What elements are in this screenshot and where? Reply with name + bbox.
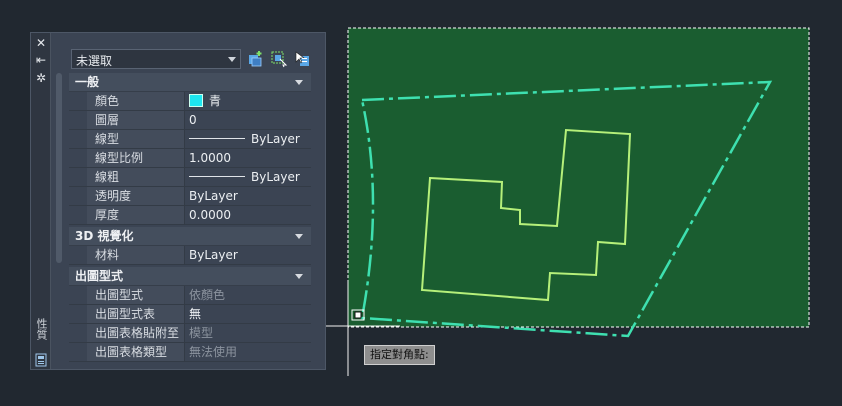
command-tooltip: 指定對角點:	[364, 345, 435, 365]
property-label: 出圖表格類型	[87, 343, 185, 361]
chevron-down-icon	[228, 57, 236, 62]
property-row-plottable[interactable]: 出圖型式表 無	[69, 305, 311, 324]
pickadd-icon	[295, 51, 309, 66]
property-row-transparency[interactable]: 透明度 ByLayer	[69, 187, 311, 206]
properties-grid: 一般 顏色 青 圖層 0 線型 ByLayer 線型比例 1.0000 線粗 B…	[69, 73, 311, 362]
property-label: 出圖表格貼附至	[87, 324, 185, 342]
property-row-lineweight[interactable]: 線粗 ByLayer	[69, 168, 311, 187]
section-general[interactable]: 一般	[69, 73, 311, 92]
section-title: 3D 視覺化	[75, 229, 134, 243]
palette-settings-icon[interactable]	[34, 353, 48, 367]
toggle-pickadd-button[interactable]	[293, 50, 311, 68]
selection-dropdown[interactable]: 未選取	[71, 49, 241, 69]
color-name: 青	[209, 94, 222, 108]
section-title: 一般	[75, 75, 100, 89]
property-value[interactable]: 1.0000	[185, 149, 311, 167]
select-objects-icon	[271, 51, 288, 68]
gear-icon[interactable]: ✲	[34, 71, 48, 85]
selection-value: 未選取	[76, 54, 113, 68]
properties-palette[interactable]: ✕ ⇤ ✲ 性質 未選取 一般 顏色 青 圖層 0 線型 ByLayer 線型比…	[30, 32, 326, 370]
property-row-linetype[interactable]: 線型 ByLayer	[69, 130, 311, 149]
cursor-pickbox-inner	[354, 311, 362, 319]
chevron-down-icon[interactable]	[295, 80, 303, 85]
line-sample	[189, 138, 245, 139]
palette-scrollbar[interactable]	[56, 73, 62, 263]
auto-hide-icon[interactable]: ⇤	[34, 53, 48, 67]
palette-title-strip[interactable]: ✕ ⇤ ✲ 性質	[31, 33, 51, 369]
quick-select-button[interactable]	[247, 50, 265, 68]
property-row-plotstyle[interactable]: 出圖型式 依顏色	[69, 286, 311, 305]
color-swatch	[189, 94, 203, 107]
property-row-tabletype[interactable]: 出圖表格類型 無法使用	[69, 343, 311, 362]
property-value-linetype[interactable]: ByLayer	[185, 130, 311, 148]
property-value[interactable]: 0	[185, 111, 311, 129]
property-label: 厚度	[87, 206, 185, 224]
property-value[interactable]: ByLayer	[185, 246, 311, 264]
property-row-layer[interactable]: 圖層 0	[69, 111, 311, 130]
lineweight-name: ByLayer	[251, 170, 300, 184]
property-value[interactable]: 無	[185, 305, 311, 323]
property-label: 顏色	[87, 92, 185, 110]
property-row-color[interactable]: 顏色 青	[69, 92, 311, 111]
property-label: 線粗	[87, 168, 185, 186]
section-plot-style[interactable]: 出圖型式	[69, 267, 311, 286]
property-value-color[interactable]: 青	[185, 92, 311, 110]
property-label: 材料	[87, 246, 185, 264]
section-3d-visualization[interactable]: 3D 視覺化	[69, 227, 311, 246]
property-value[interactable]: ByLayer	[185, 187, 311, 205]
chevron-down-icon[interactable]	[295, 274, 303, 279]
quick-select-icon	[249, 51, 262, 67]
property-row-ltscale[interactable]: 線型比例 1.0000	[69, 149, 311, 168]
palette-title: 性質	[35, 318, 48, 340]
property-value-lineweight[interactable]: ByLayer	[185, 168, 311, 186]
property-row-attached[interactable]: 出圖表格貼附至 模型	[69, 324, 311, 343]
property-label: 線型	[87, 130, 185, 148]
property-value[interactable]: 0.0000	[185, 206, 311, 224]
property-label: 圖層	[87, 111, 185, 129]
select-objects-button[interactable]	[270, 50, 288, 68]
property-value: 依顏色	[185, 286, 311, 304]
property-row-thickness[interactable]: 厚度 0.0000	[69, 206, 311, 225]
property-value: 模型	[185, 324, 311, 342]
window-selection-area	[347, 27, 810, 328]
property-label: 線型比例	[87, 149, 185, 167]
property-value: 無法使用	[185, 343, 311, 361]
linetype-name: ByLayer	[251, 132, 300, 146]
section-title: 出圖型式	[75, 269, 124, 283]
property-row-material[interactable]: 材料 ByLayer	[69, 246, 311, 265]
line-sample	[189, 176, 245, 177]
property-label: 出圖型式表	[87, 305, 185, 323]
property-label: 出圖型式	[87, 286, 185, 304]
chevron-down-icon[interactable]	[295, 234, 303, 239]
close-icon[interactable]: ✕	[34, 36, 48, 50]
property-label: 透明度	[87, 187, 185, 205]
